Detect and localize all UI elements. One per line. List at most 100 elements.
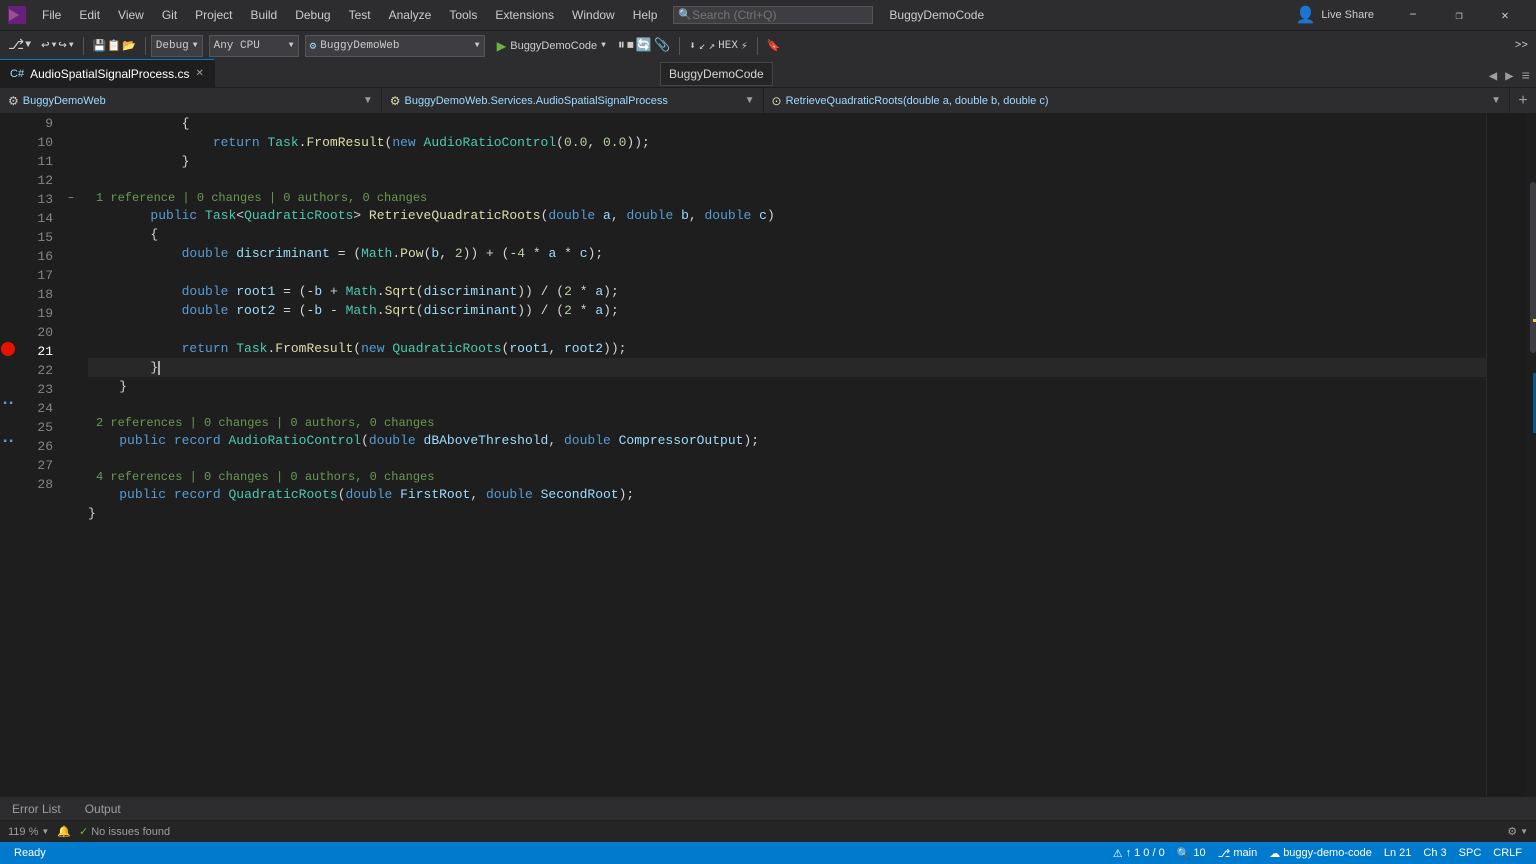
step-over-icon[interactable]: ⬇	[689, 39, 696, 53]
zoom-control[interactable]: 119 % ▼	[8, 826, 49, 838]
zoom-dropdown[interactable]: ▼	[41, 827, 49, 836]
ln-14: 14	[16, 209, 53, 228]
toolbar-expand[interactable]: >>	[1511, 38, 1532, 54]
status-crlf[interactable]: CRLF	[1487, 847, 1528, 860]
maximize-btn[interactable]: ❐	[1436, 0, 1482, 30]
menu-debug[interactable]: Debug	[287, 6, 338, 24]
exception-icon[interactable]: ⚡	[741, 39, 748, 53]
code-line-18: double root2 = (-b - Math.Sqrt(discrimin…	[88, 301, 1486, 320]
redo-icon[interactable]: ↪	[58, 37, 66, 54]
minimize-btn[interactable]: −	[1390, 0, 1436, 30]
bookmark-icon[interactable]: 🔖	[767, 39, 781, 53]
panel-tab-error-list[interactable]: Error List	[0, 797, 73, 821]
zoom-label: 119 %	[8, 826, 38, 838]
settings-btn[interactable]: ⚙ ▼	[1507, 825, 1528, 838]
menu-window[interactable]: Window	[564, 6, 623, 24]
restart-icon[interactable]: 🔄	[636, 38, 652, 53]
ln-13: 13	[16, 190, 53, 209]
menu-build[interactable]: Build	[243, 6, 286, 24]
live-share-btn[interactable]: Live Share	[1321, 9, 1374, 21]
menu-edit[interactable]: Edit	[71, 6, 108, 24]
status-zoom[interactable]: 🔍 10	[1171, 847, 1212, 860]
nav-add-btn[interactable]: +	[1510, 88, 1536, 114]
undo-icon[interactable]: ↩	[41, 37, 49, 54]
status-branch[interactable]: ⎇ main	[1212, 847, 1264, 860]
status-spc[interactable]: SPC	[1453, 847, 1488, 860]
menu-help[interactable]: Help	[625, 6, 666, 24]
step-out-icon[interactable]: ↗	[709, 39, 716, 53]
tab-list-icon[interactable]: ≡	[1520, 67, 1532, 87]
save-icon[interactable]: 💾	[93, 39, 107, 53]
tab-audio-spatial[interactable]: C# AudioSpatialSignalProcess.cs ✕	[0, 59, 215, 87]
namespace-dropdown[interactable]: ⚙ BuggyDemoWeb ▼	[0, 88, 382, 113]
close-btn[interactable]: ✕	[1482, 0, 1528, 30]
toolbar-more[interactable]: ⬇ ↙ ↗ HEX ⚡	[685, 37, 751, 55]
no-issues[interactable]: ✓ No issues found	[79, 825, 170, 838]
status-repo[interactable]: ☁ buggy-demo-code	[1263, 847, 1378, 860]
build-config-dropdown[interactable]: Debug ▼	[151, 35, 203, 57]
menu-project[interactable]: Project	[187, 6, 240, 24]
menu-view[interactable]: View	[110, 6, 152, 24]
stop-icon[interactable]: ⏹	[627, 38, 634, 54]
minimap-scrollbar[interactable]	[1486, 114, 1536, 796]
namespace-arrow: ▼	[363, 95, 373, 106]
ref-info-24-text: 2 references | 0 changes | 0 authors, 0 …	[96, 414, 434, 433]
notify-btn[interactable]: 🔔	[57, 825, 71, 838]
settings-arrow[interactable]: ▼	[1520, 827, 1528, 836]
code-line-21[interactable]: }	[88, 358, 1486, 377]
tooltip-text: BuggyDemoCode	[669, 67, 764, 81]
panel-tab-output[interactable]: Output	[73, 797, 133, 821]
toolbar-save-group[interactable]: 💾 📋 📂	[89, 37, 140, 55]
toolbar-source-control[interactable]: ⎇ ▼	[4, 35, 35, 56]
zoom-icon: 🔍	[1177, 847, 1191, 860]
tab-scroll-right-icon[interactable]: ▶	[1503, 66, 1515, 87]
window-controls[interactable]: − ❐ ✕	[1390, 0, 1528, 30]
search-input[interactable]	[692, 8, 852, 22]
scrollbar-thumb[interactable]	[1530, 182, 1536, 353]
menu-bar[interactable]: File Edit View Git Project Build Debug T…	[34, 6, 665, 24]
pause-icon[interactable]: ⏸	[618, 38, 625, 54]
status-errors[interactable]: ⚠ ↑ 1 0 / 0	[1107, 847, 1171, 860]
fold-btn-13[interactable]: −	[68, 194, 74, 205]
project-dropdown[interactable]: ⚙ BuggyDemoWeb ▼	[305, 35, 485, 57]
code-text-24: public record AudioRatioControl(double d…	[88, 431, 759, 450]
hex-icon[interactable]: HEX	[718, 40, 738, 52]
menu-analyze[interactable]: Analyze	[381, 6, 440, 24]
tab-scroll-left-icon[interactable]: ◀	[1487, 66, 1499, 87]
project-arrow: ▼	[475, 41, 480, 50]
toolbar-arrows[interactable]: ▼	[25, 40, 31, 51]
redo-dropdown[interactable]: ▼	[69, 41, 74, 50]
status-ln[interactable]: Ln 21	[1378, 847, 1418, 860]
tab-close-btn[interactable]: ✕	[195, 68, 203, 79]
service-dropdown[interactable]: ⚙ BuggyDemoWeb.Services.AudioSpatialSign…	[382, 88, 764, 113]
service-arrow: ▼	[745, 95, 755, 106]
errors-label: ↑ 1	[1126, 847, 1141, 859]
code-line-28	[88, 523, 1486, 542]
scrollbar-area[interactable]	[1526, 114, 1536, 796]
undo-dropdown[interactable]: ▼	[52, 41, 57, 50]
breakpoint-line21[interactable]	[1, 342, 15, 356]
save-all-icon[interactable]: 📋	[107, 39, 121, 53]
toolbar-bookmark[interactable]: 🔖	[763, 37, 785, 55]
menu-file[interactable]: File	[34, 6, 69, 24]
method-dropdown[interactable]: ⊙ RetrieveQuadraticRoots(double a, doubl…	[764, 88, 1511, 113]
menu-extensions[interactable]: Extensions	[487, 6, 562, 24]
code-line-14: {	[88, 225, 1486, 244]
step-into-icon[interactable]: ↙	[699, 39, 706, 53]
toolbar-undo-group[interactable]: ↩ ▼ ↪ ▼	[37, 35, 78, 56]
tab-bar-controls[interactable]: ◀ ▶ ≡	[1483, 66, 1536, 87]
status-ready[interactable]: Ready	[8, 847, 52, 859]
menu-tools[interactable]: Tools	[441, 6, 485, 24]
menu-git[interactable]: Git	[154, 6, 185, 24]
play-dropdown-arrow[interactable]: ▼	[601, 41, 606, 50]
status-bar: Ready ⚠ ↑ 1 0 / 0 🔍 10 ⎇ main ☁ buggy-de…	[0, 842, 1536, 864]
attach-icon[interactable]: 📎	[654, 38, 670, 53]
toolbar-debug-group[interactable]: ⏸ ⏹ 🔄 📎	[614, 36, 674, 56]
play-run-btn[interactable]: ▶ BuggyDemoCode ▼	[491, 34, 612, 58]
menu-test[interactable]: Test	[341, 6, 379, 24]
search-box[interactable]: 🔍	[673, 6, 873, 24]
status-ch[interactable]: Ch 3	[1417, 847, 1452, 860]
code-area[interactable]: { return Task.FromResult(new AudioRatioC…	[80, 114, 1486, 796]
platform-dropdown[interactable]: Any CPU ▼	[209, 35, 299, 57]
open-icon[interactable]: 📂	[122, 39, 136, 53]
